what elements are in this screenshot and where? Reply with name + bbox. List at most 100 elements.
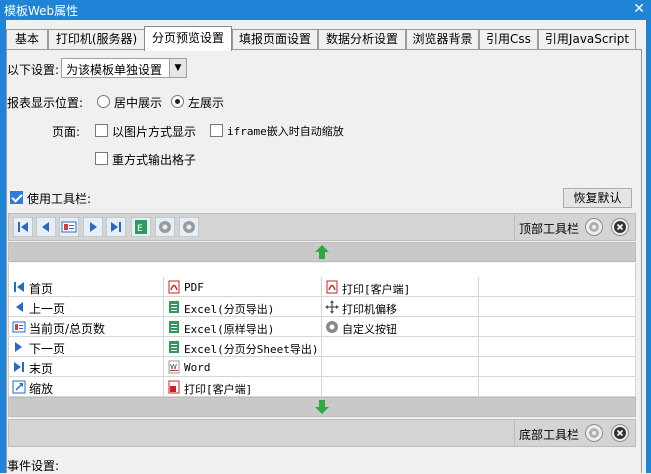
grid-empty-cell <box>479 297 636 317</box>
move-up-bar[interactable] <box>8 242 636 262</box>
settings-gear-icon[interactable] <box>585 424 603 442</box>
excel-icon <box>169 321 179 333</box>
radio-center[interactable] <box>97 95 110 108</box>
grid-item-pdf[interactable]: PDF <box>164 277 322 297</box>
tab-basic[interactable]: 基本 <box>6 29 48 50</box>
scope-select-value: 为该模板单独设置 <box>66 63 163 77</box>
grid-item-print-client-2[interactable]: 打印[客户端] <box>322 277 479 297</box>
grid-empty-cell <box>322 337 479 357</box>
grid-item-label: PDF <box>184 281 204 294</box>
grid-item-label: 打印[客户端] <box>184 383 253 396</box>
last-page-icon[interactable] <box>106 217 126 237</box>
grid-item-label: 缩放 <box>29 382 54 396</box>
event-settings-label: 事件设置: <box>7 459 60 473</box>
scope-label: 以下设置: <box>7 63 60 77</box>
excel-icon <box>169 341 179 353</box>
title-bar: 模板Web属性 ✕ <box>0 0 651 20</box>
grid-item-last-page[interactable]: 末页 <box>9 357 164 377</box>
toolbar-buttons-grid: 首页 上一页 当前页/总页数 下一页 末页 缩放 PDF Excel(分页导出)… <box>8 263 636 398</box>
grid-item-label: 打印机偏移 <box>342 303 397 316</box>
tab-strip: 基本 打印机(服务器) 分页预览设置 填报页面设置 数据分析设置 浏览器背景 引… <box>6 26 642 51</box>
checkbox-heavy-output-label: 重方式输出格子 <box>112 153 197 167</box>
toolbar-divider <box>514 420 515 446</box>
arrow-up-icon <box>315 245 329 259</box>
next-page-icon[interactable] <box>83 217 103 237</box>
remove-icon[interactable] <box>611 218 629 236</box>
grid-item-label: 自定义按钮 <box>342 323 397 336</box>
checkbox-image-display[interactable] <box>95 124 108 137</box>
grid-item-next-page[interactable]: 下一页 <box>9 337 164 357</box>
scope-select[interactable]: 为该模板单独设置 ▼ <box>61 58 187 78</box>
first-page-icon <box>14 282 24 292</box>
page-count-icon <box>12 321 26 333</box>
move-down-bar[interactable] <box>8 397 636 417</box>
previous-page-icon <box>16 302 23 312</box>
use-toolbar-label: 使用工具栏: <box>27 192 92 206</box>
checkbox-iframe-autoscale[interactable] <box>210 124 223 137</box>
restore-default-button[interactable]: 恢复默认 <box>563 188 632 208</box>
bottom-toolbar-label: 底部工具栏 <box>519 428 580 442</box>
grid-item-label: 上一页 <box>29 302 66 316</box>
settings-gear-icon[interactable] <box>585 218 603 236</box>
checkbox-use-toolbar[interactable] <box>10 191 23 204</box>
grid-empty-cell <box>479 337 636 357</box>
tab-fill-page-settings[interactable]: 填报页面设置 <box>232 29 318 50</box>
window-title: 模板Web属性 <box>4 4 79 18</box>
word-icon: W <box>168 360 180 374</box>
grid-item-printer-offset[interactable]: 打印机偏移 <box>322 297 479 317</box>
page-label: 页面: <box>52 125 81 139</box>
tab-printer-server[interactable]: 打印机(服务器) <box>48 29 145 50</box>
grid-item-first-page[interactable]: 首页 <box>9 277 164 297</box>
print-icon <box>326 280 338 294</box>
grid-item-print-client[interactable]: 打印[客户端] <box>164 377 322 397</box>
grid-item-page-count[interactable]: 当前页/总页数 <box>9 317 164 337</box>
page-count-icon[interactable] <box>59 217 79 237</box>
grid-item-excel-original[interactable]: Excel(原样导出) <box>164 317 322 337</box>
grid-item-excel-paged-sheet[interactable]: Excel(分页分Sheet导出) <box>164 337 322 357</box>
grid-item-custom-button[interactable]: 自定义按钮 <box>322 317 479 337</box>
grid-item-label: 当前页/总页数 <box>29 322 106 336</box>
top-toolbar: E 顶部工具栏 <box>8 213 636 241</box>
gear-icon <box>326 321 338 333</box>
grid-item-zoom[interactable]: 缩放 <box>9 377 164 397</box>
grid-item-label: 首页 <box>29 282 54 296</box>
tab-browser-background[interactable]: 浏览器背景 <box>406 29 479 50</box>
close-icon[interactable]: ✕ <box>633 1 645 17</box>
toolbar-divider <box>514 214 515 240</box>
checkbox-heavy-output[interactable] <box>95 152 108 165</box>
grid-empty-cell <box>479 277 636 297</box>
excel-icon <box>169 301 179 313</box>
tab-reference-javascript[interactable]: 引用JavaScript <box>538 29 636 50</box>
excel-export-icon[interactable]: E <box>131 217 151 237</box>
grid-item-label: 下一页 <box>29 342 66 356</box>
grid-empty-cell <box>479 317 636 337</box>
grid-item-previous-page[interactable]: 上一页 <box>9 297 164 317</box>
checkbox-iframe-autoscale-label: iframe嵌入时自动缩放 <box>227 125 344 138</box>
zoom-icon <box>12 380 26 394</box>
checkbox-image-display-label: 以图片方式显示 <box>112 125 197 139</box>
pdf-icon <box>168 280 180 294</box>
bottom-toolbar: 底部工具栏 <box>8 419 636 447</box>
grid-empty-cell <box>322 357 479 377</box>
tab-data-analysis-settings[interactable]: 数据分析设置 <box>318 29 406 50</box>
gear-icon[interactable] <box>179 217 199 237</box>
window-border-right <box>646 20 651 473</box>
grid-empty-cell <box>322 377 479 397</box>
top-toolbar-label: 顶部工具栏 <box>519 222 580 236</box>
report-position-label: 报表显示位置: <box>7 96 84 110</box>
grid-empty-cell <box>479 377 636 397</box>
remove-icon[interactable] <box>611 424 629 442</box>
grid-empty-cell <box>479 357 636 377</box>
grid-item-label: Excel(分页导出) <box>184 303 275 316</box>
gear-icon[interactable] <box>155 217 175 237</box>
tab-reference-css[interactable]: 引用Css <box>479 29 538 50</box>
first-page-icon[interactable] <box>13 217 33 237</box>
grid-item-label: Excel(分页分Sheet导出) <box>184 343 319 356</box>
tab-page-preview-settings[interactable]: 分页预览设置 <box>144 26 232 51</box>
grid-item-label: 打印[客户端] <box>342 283 411 296</box>
radio-left[interactable] <box>171 95 184 108</box>
grid-item-excel-paged[interactable]: Excel(分页导出) <box>164 297 322 317</box>
grid-item-word[interactable]: W Word <box>164 357 322 377</box>
previous-page-icon[interactable] <box>36 217 56 237</box>
svg-text:W: W <box>170 363 177 371</box>
